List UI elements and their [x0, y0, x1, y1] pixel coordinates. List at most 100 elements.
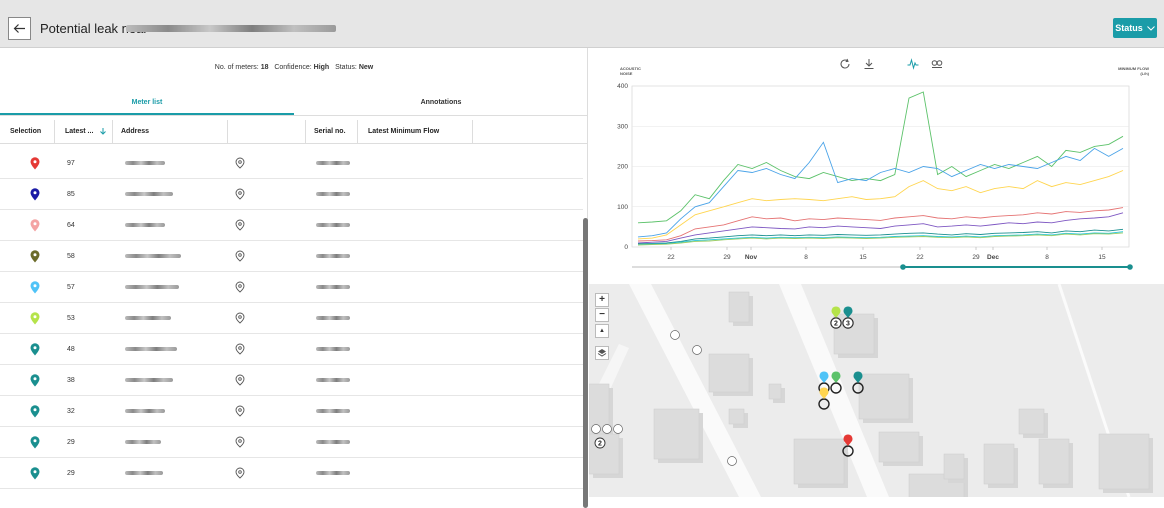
meter-marker [692, 345, 702, 355]
building [1098, 433, 1150, 490]
y-tick-label: 0 [624, 244, 628, 251]
leak-summary: No. of meters: 18 Confidence: High Statu… [0, 64, 588, 71]
redacted-serial [316, 347, 350, 351]
redacted-address [125, 223, 165, 227]
redacted-address [125, 378, 173, 382]
back-button[interactable] [8, 17, 31, 40]
y-tick-label: 400 [617, 83, 628, 90]
meter-panel: No. of meters: 18 Confidence: High Statu… [0, 48, 588, 508]
map-pin-icon[interactable] [30, 312, 40, 325]
series-line [637, 91, 1124, 224]
building [728, 408, 745, 425]
x-tick-label: 22 [916, 254, 924, 261]
map-pin-icon[interactable] [30, 157, 40, 170]
tab-annotations[interactable]: Annotations [294, 93, 588, 115]
status-dropdown-button[interactable]: Status [1113, 18, 1157, 38]
column-selection[interactable]: Selection [0, 120, 55, 144]
locate-icon[interactable] [234, 374, 246, 386]
redacted-serial [316, 285, 350, 289]
column-serial[interactable]: Serial no. [306, 120, 358, 144]
y-tick-label: 300 [617, 123, 628, 130]
locate-icon[interactable] [234, 281, 246, 293]
map-pin-icon[interactable] [30, 188, 40, 201]
chevron-down-icon [1146, 25, 1155, 31]
table-row[interactable]: 85 [0, 179, 583, 210]
zoom-out-button[interactable]: − [595, 308, 609, 322]
meter-marker [670, 330, 680, 340]
meter-marker [591, 424, 601, 434]
range-handle-start[interactable] [900, 264, 906, 270]
map-pin-icon[interactable] [30, 405, 40, 418]
map-pin-icon[interactable] [30, 374, 40, 387]
range-handle-end[interactable] [1127, 264, 1133, 270]
locate-icon[interactable] [234, 343, 246, 355]
column-address[interactable]: Address [113, 120, 228, 144]
redacted-serial [316, 471, 350, 475]
table-row[interactable]: 29 [0, 427, 583, 458]
redacted-address [125, 471, 163, 475]
x-tick-label: 15 [859, 254, 867, 261]
table-row[interactable]: 53 [0, 303, 583, 334]
map-pin-icon[interactable] [30, 219, 40, 232]
north-reset-button[interactable]: ▲ [595, 324, 609, 338]
redacted-address [125, 347, 177, 351]
redacted-address [125, 254, 181, 258]
map-pin-icon[interactable] [30, 467, 40, 480]
table-row[interactable]: 38 [0, 365, 583, 396]
layers-button[interactable] [595, 346, 609, 360]
locate-icon[interactable] [234, 157, 246, 169]
chart-panel: ACOUSTIC NOISE MINIMUM FLOW (L/h) 0 100 20… [589, 48, 1164, 284]
tab-meter-list[interactable]: Meter list [0, 93, 294, 115]
locate-icon[interactable] [234, 405, 246, 417]
table-row[interactable]: 29 [0, 458, 583, 489]
x-tick-label: 29 [972, 254, 980, 261]
column-latest-min-flow[interactable]: Latest Minimum Flow [358, 120, 473, 144]
map-pin-icon[interactable] [30, 250, 40, 263]
latest-value: 32 [67, 408, 75, 415]
redacted-address [125, 161, 165, 165]
redacted-address [125, 316, 171, 320]
map-canvas[interactable]: 2 3 2 [589, 284, 1164, 497]
latest-value: 38 [67, 377, 75, 384]
table-row[interactable]: 32 [0, 396, 583, 427]
arrow-left-icon [13, 24, 25, 33]
redacted-serial [316, 223, 350, 227]
locate-icon[interactable] [234, 250, 246, 262]
meter-marker [727, 456, 737, 466]
table-row[interactable]: 97 [0, 148, 583, 179]
meter-marker [613, 424, 623, 434]
locate-icon[interactable] [234, 188, 246, 200]
x-tick-label: 8 [804, 254, 808, 261]
locate-icon[interactable] [234, 436, 246, 448]
zoom-in-button[interactable]: + [595, 293, 609, 307]
locate-icon[interactable] [234, 312, 246, 324]
table-row[interactable]: 48 [0, 334, 583, 365]
latest-value: 97 [67, 160, 75, 167]
building [768, 383, 782, 400]
table-row[interactable]: 64 [0, 210, 583, 241]
latest-value: 85 [67, 191, 75, 198]
locate-icon[interactable] [234, 467, 246, 479]
building [983, 443, 1015, 485]
column-latest[interactable]: Latest ... [55, 120, 113, 144]
sort-down-icon [100, 127, 107, 135]
cluster-count: 2 [598, 441, 602, 448]
meter-ring [818, 398, 830, 410]
table-scrollbar[interactable] [583, 218, 588, 508]
latest-value: 29 [67, 470, 75, 477]
meters-label: No. of meters: [214, 64, 259, 71]
status-button-label: Status [1115, 23, 1143, 33]
top-bar: Potential leak near Status [0, 0, 1164, 48]
locate-icon[interactable] [234, 219, 246, 231]
x-tick-label: 8 [1045, 254, 1049, 261]
redacted-address [125, 285, 179, 289]
cluster-count: 3 [846, 321, 850, 328]
meters-value: 18 [260, 64, 269, 71]
map-pin-icon[interactable] [30, 343, 40, 356]
map-pin-icon[interactable] [30, 281, 40, 294]
map-pin-icon[interactable] [30, 436, 40, 449]
table-row[interactable]: 58 [0, 241, 583, 272]
building [708, 353, 750, 393]
table-row[interactable]: 57 [0, 272, 583, 303]
map-panel[interactable]: 2 3 2 + − ▲ [589, 284, 1164, 497]
